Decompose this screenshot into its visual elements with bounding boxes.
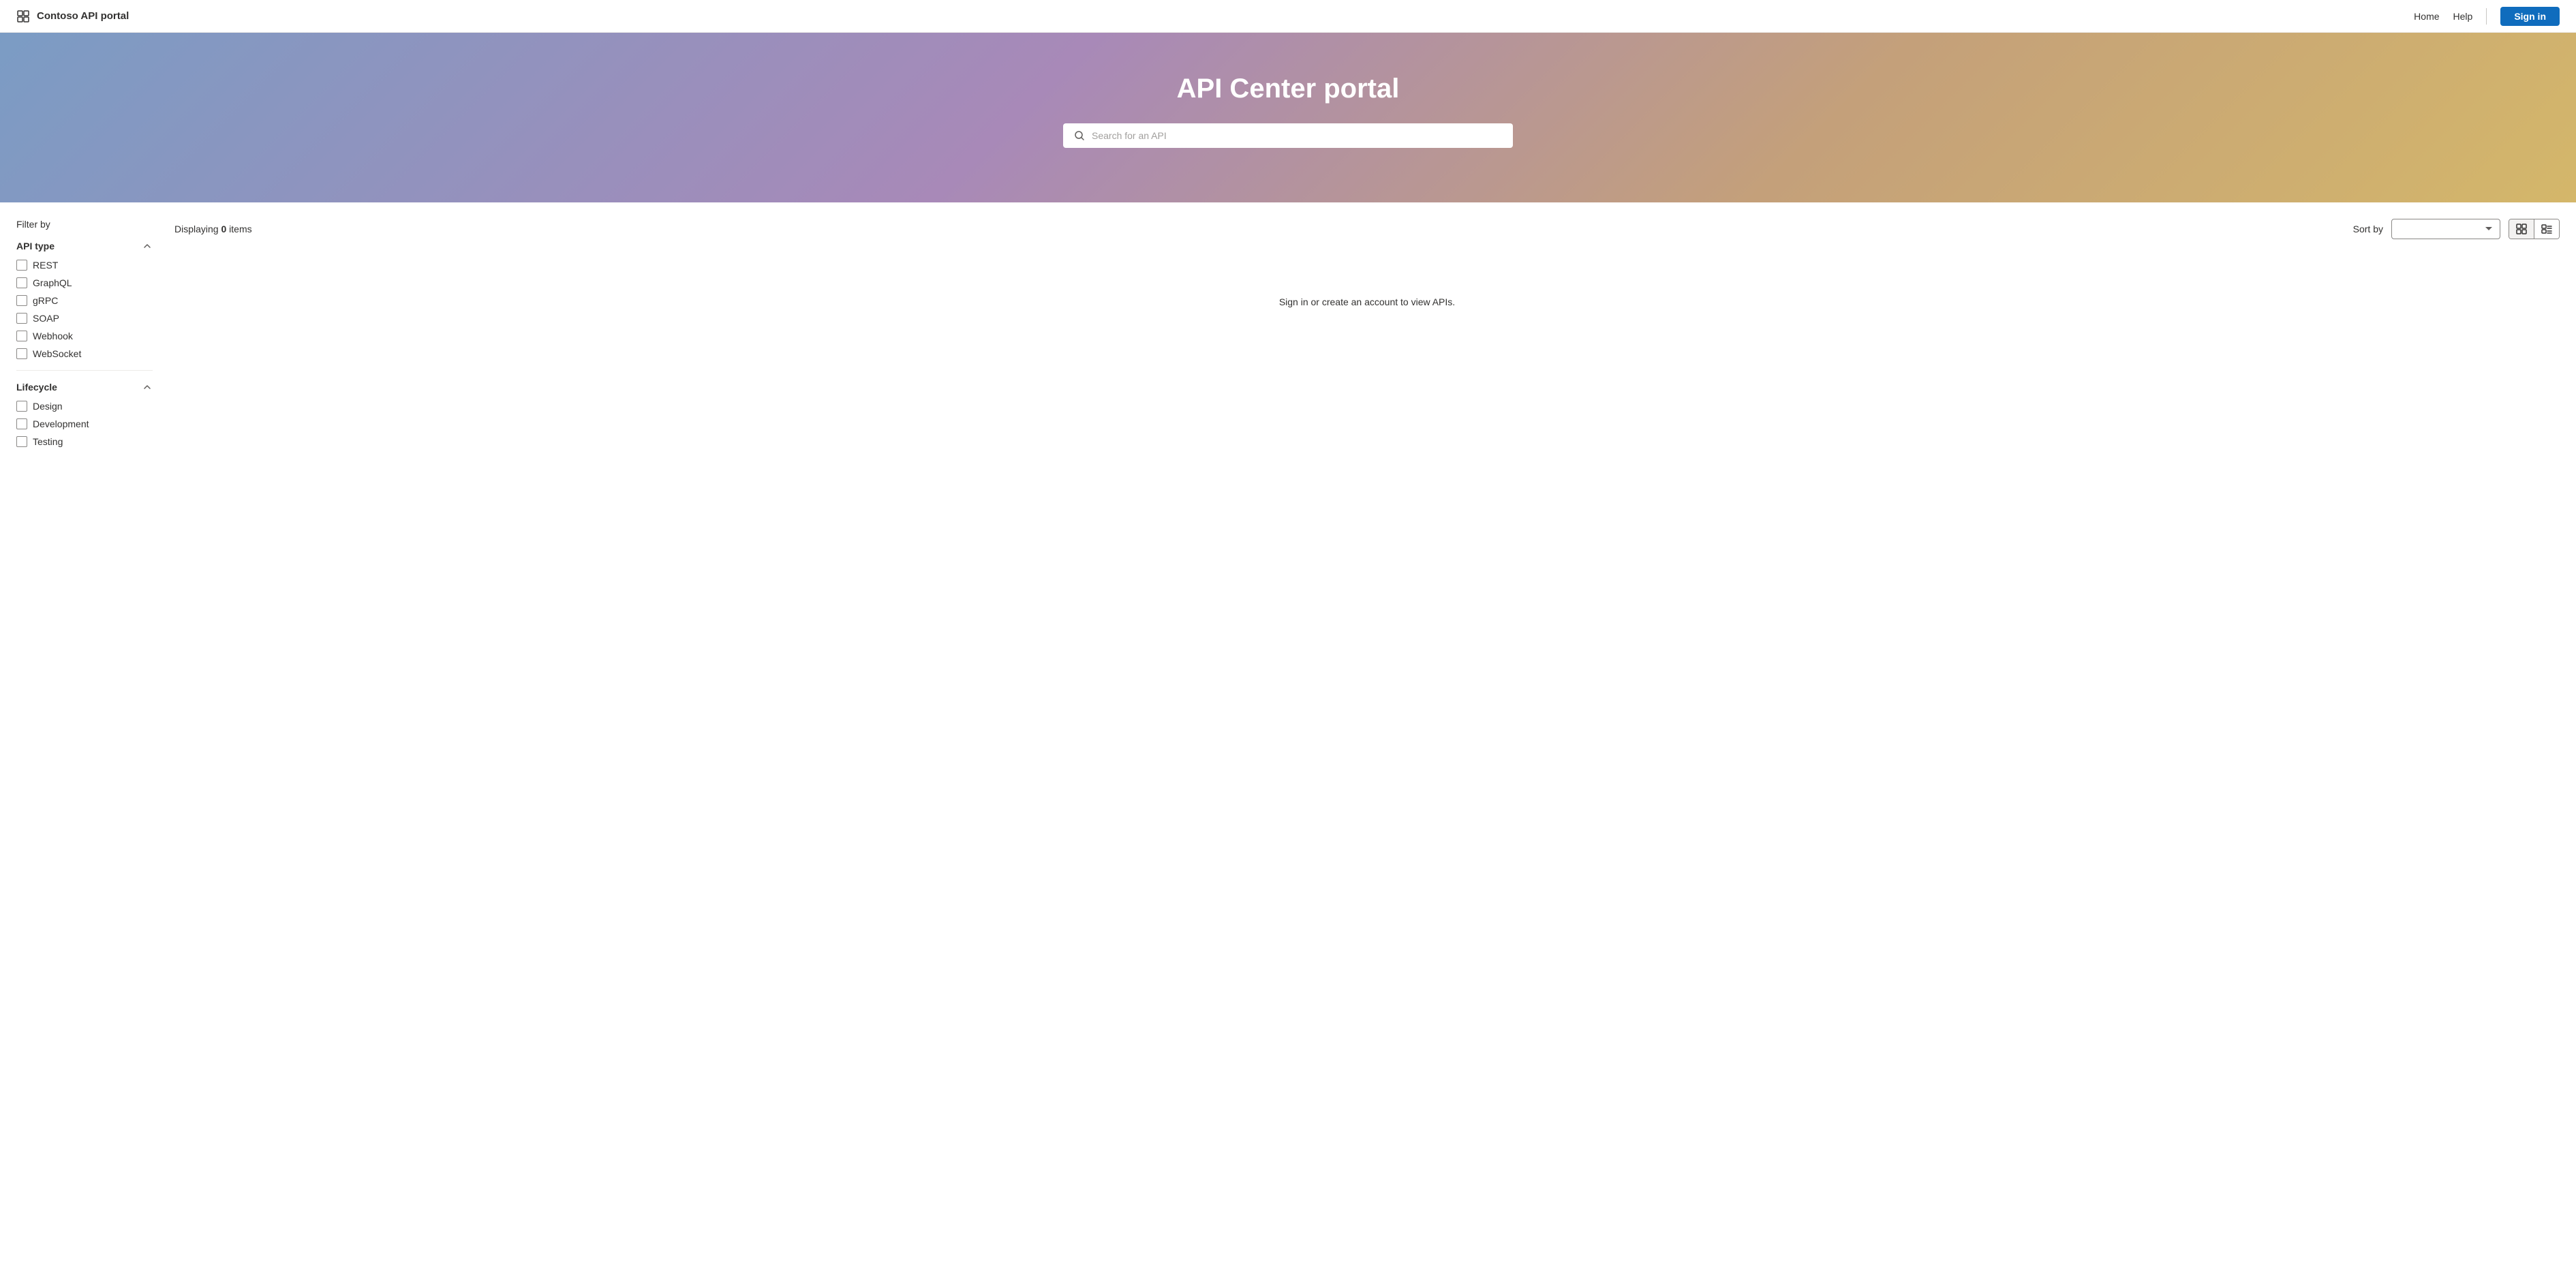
filter-divider — [16, 370, 153, 371]
displaying-suffix: items — [226, 224, 251, 234]
displaying-prefix: Displaying — [174, 224, 221, 234]
lifecycle-header[interactable]: Lifecycle — [16, 382, 153, 393]
filter-label-development: Development — [33, 418, 89, 429]
filter-label-grpc: gRPC — [33, 295, 58, 306]
filter-item-design[interactable]: Design — [16, 401, 153, 412]
list-view-icon — [2541, 224, 2552, 234]
api-type-chevron-icon — [142, 241, 153, 251]
content-toolbar: Displaying 0 items Sort by — [174, 219, 2560, 239]
grid-view-icon — [2516, 224, 2527, 234]
home-link[interactable]: Home — [2414, 11, 2439, 22]
filter-label-graphql: GraphQL — [33, 277, 72, 288]
help-link[interactable]: Help — [2453, 11, 2473, 22]
empty-message: Sign in or create an account to view API… — [174, 256, 2560, 307]
search-container — [1063, 123, 1513, 148]
filter-label-design: Design — [33, 401, 63, 412]
hero-title: API Center portal — [14, 74, 2562, 104]
sort-select[interactable] — [2391, 219, 2500, 239]
checkbox-webhook[interactable] — [16, 331, 27, 341]
logo-text: Contoso API portal — [37, 10, 129, 22]
lifecycle-title: Lifecycle — [16, 382, 57, 393]
filter-label-websocket: WebSocket — [33, 348, 81, 359]
sort-by-label: Sort by — [2353, 224, 2383, 234]
filter-label-webhook: Webhook — [33, 331, 73, 341]
sign-in-button[interactable]: Sign in — [2500, 7, 2560, 26]
filter-item-webhook[interactable]: Webhook — [16, 331, 153, 341]
checkbox-grpc[interactable] — [16, 295, 27, 306]
checkbox-testing[interactable] — [16, 436, 27, 447]
nav-divider — [2486, 8, 2487, 25]
nav-right: Home Help Sign in — [2414, 7, 2560, 26]
grid-view-button[interactable] — [2509, 219, 2534, 239]
main-content: Filter by API type REST GraphQL — [0, 202, 2576, 1269]
sidebar: Filter by API type REST GraphQL — [16, 219, 153, 1253]
view-toggle — [2509, 219, 2560, 239]
checkbox-websocket[interactable] — [16, 348, 27, 359]
checkbox-graphql[interactable] — [16, 277, 27, 288]
hero-banner: API Center portal — [0, 33, 2576, 202]
checkbox-design[interactable] — [16, 401, 27, 412]
filter-item-graphql[interactable]: GraphQL — [16, 277, 153, 288]
filter-label-soap: SOAP — [33, 313, 59, 324]
filter-item-testing[interactable]: Testing — [16, 436, 153, 447]
lifecycle-chevron-icon — [142, 382, 153, 393]
content-area: Displaying 0 items Sort by — [174, 219, 2560, 1253]
filter-item-websocket[interactable]: WebSocket — [16, 348, 153, 359]
api-type-title: API type — [16, 241, 55, 251]
filter-by-label: Filter by — [16, 219, 153, 230]
api-type-section: API type REST GraphQL gRPC — [16, 241, 153, 359]
filter-label-rest: REST — [33, 260, 58, 271]
filter-label-testing: Testing — [33, 436, 63, 447]
displaying-count-text: Displaying 0 items — [174, 224, 252, 234]
filter-item-development[interactable]: Development — [16, 418, 153, 429]
api-type-header[interactable]: API type — [16, 241, 153, 251]
toolbar-right: Sort by — [2353, 219, 2560, 239]
filter-item-grpc[interactable]: gRPC — [16, 295, 153, 306]
checkbox-soap[interactable] — [16, 313, 27, 324]
filter-item-rest[interactable]: REST — [16, 260, 153, 271]
list-view-button[interactable] — [2534, 219, 2559, 239]
search-input[interactable] — [1092, 130, 1502, 141]
checkbox-rest[interactable] — [16, 260, 27, 271]
grid-icon — [16, 10, 30, 23]
search-icon — [1074, 130, 1085, 141]
top-navigation: Contoso API portal Home Help Sign in — [0, 0, 2576, 33]
filter-item-soap[interactable]: SOAP — [16, 313, 153, 324]
logo: Contoso API portal — [16, 10, 129, 23]
checkbox-development[interactable] — [16, 418, 27, 429]
lifecycle-section: Lifecycle Design Development Testing — [16, 382, 153, 447]
